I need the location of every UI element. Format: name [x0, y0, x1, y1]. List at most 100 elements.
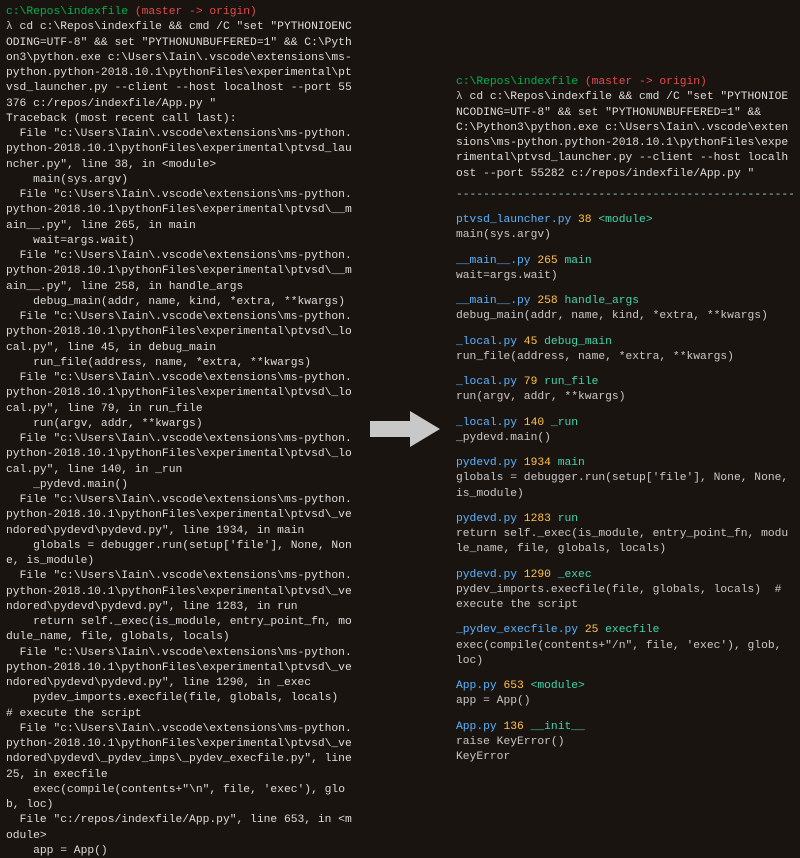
clean-frame-head: _local.py 45 debug_main [456, 335, 794, 350]
line-number: 1283 [524, 513, 551, 525]
function-name: run_file [544, 376, 598, 388]
prompt-branch: (master -> origin) [135, 6, 257, 18]
prompt-line: c:\Repos\indexfile (master -> origin) [456, 75, 794, 90]
clean-frame-src: raise KeyError() KeyError [456, 735, 794, 766]
clean-frame: pydevd.py 1290 _execpydev_imports.execfi… [456, 568, 794, 614]
traceback-frame: File "c:/repos/indexfile/App.py", line 6… [6, 813, 354, 858]
prompt-branch: (master -> origin) [585, 76, 707, 88]
clean-frame: ptvsd_launcher.py 38 <module>main(sys.ar… [456, 213, 794, 244]
clean-frame: __main__.py 265 mainwait=args.wait) [456, 254, 794, 285]
arrow-column [360, 0, 450, 858]
clean-frame: App.py 136 __init__raise KeyError() KeyE… [456, 720, 794, 766]
function-name: <module> [531, 680, 585, 692]
clean-frame: _local.py 140 _run_pydevd.main() [456, 416, 794, 447]
clean-frame-head: App.py 136 __init__ [456, 720, 794, 735]
clean-frame-head: _local.py 79 run_file [456, 375, 794, 390]
line-number: 136 [503, 721, 523, 733]
line-number: 140 [524, 417, 544, 429]
clean-frame-head: ptvsd_launcher.py 38 <module> [456, 213, 794, 228]
clean-frame-src: app = App() [456, 694, 794, 709]
line-number: 79 [524, 376, 538, 388]
traceback-frame: File "c:\Users\Iain\.vscode\extensions\m… [6, 310, 354, 371]
lambda-icon: λ [456, 91, 463, 103]
file-link[interactable]: _pydev_execfile.py [456, 624, 578, 636]
clean-frame-src: pydev_imports.execfile(file, globals, lo… [456, 583, 794, 614]
line-number: 38 [578, 214, 592, 226]
traceback-frame: File "c:\Users\Iain\.vscode\extensions\m… [6, 371, 354, 432]
line-number: 45 [524, 336, 538, 348]
file-link[interactable]: _local.py [456, 376, 517, 388]
traceback-frame: File "c:\Users\Iain\.vscode\extensions\m… [6, 722, 354, 814]
file-link[interactable]: __main__.py [456, 295, 531, 307]
traceback-frame: File "c:\Users\Iain\.vscode\extensions\m… [6, 646, 354, 722]
clean-frame-head: pydevd.py 1283 run [456, 512, 794, 527]
clean-frame-src: run(argv, addr, **kwargs) [456, 390, 794, 405]
function-name: main [558, 457, 585, 469]
clean-frame-head: _local.py 140 _run [456, 416, 794, 431]
traceback-frame: File "c:\Users\Iain\.vscode\extensions\m… [6, 432, 354, 493]
clean-frame: App.py 653 <module>app = App() [456, 679, 794, 710]
file-link[interactable]: __main__.py [456, 255, 531, 267]
clean-frame: pydevd.py 1283 runreturn self._exec(is_m… [456, 512, 794, 558]
right-terminal-pane: c:\Repos\indexfile (master -> origin) λ … [450, 0, 800, 858]
traceback-header: Traceback (most recent call last): [6, 112, 354, 127]
clean-frame-head: App.py 653 <module> [456, 679, 794, 694]
clean-frame: _pydev_execfile.py 25 execfileexec(compi… [456, 623, 794, 669]
clean-frame-src: _pydevd.main() [456, 431, 794, 446]
clean-frame: _local.py 45 debug_mainrun_file(address,… [456, 335, 794, 366]
function-name: debug_main [544, 336, 612, 348]
clean-frame-src: globals = debugger.run(setup['file'], No… [456, 471, 794, 502]
clean-frame-src: run_file(address, name, *extra, **kwargs… [456, 350, 794, 365]
arrow-right-icon [370, 409, 440, 449]
clean-frame-src: debug_main(addr, name, kind, *extra, **k… [456, 309, 794, 324]
traceback-frame: File "c:\Users\Iain\.vscode\extensions\m… [6, 569, 354, 645]
file-link[interactable]: _local.py [456, 417, 517, 429]
file-link[interactable]: App.py [456, 680, 497, 692]
clean-frame-head: _pydev_execfile.py 25 execfile [456, 623, 794, 638]
function-name: run [558, 513, 578, 525]
traceback-frame: File "c:\Users\Iain\.vscode\extensions\m… [6, 127, 354, 188]
clean-frame: pydevd.py 1934 mainglobals = debugger.ru… [456, 456, 794, 502]
clean-frame-head: pydevd.py 1290 _exec [456, 568, 794, 583]
clean-frame-head: __main__.py 265 main [456, 254, 794, 269]
file-link[interactable]: pydevd.py [456, 569, 517, 581]
divider-line: ----------------------------------------… [456, 188, 794, 203]
line-number: 1290 [524, 569, 551, 581]
file-link[interactable]: ptvsd_launcher.py [456, 214, 571, 226]
file-link[interactable]: pydevd.py [456, 457, 517, 469]
traceback-frame: File "c:\Users\Iain\.vscode\extensions\m… [6, 493, 354, 569]
command-line-left: λ cd c:\Repos\indexfile && cmd /C "set "… [6, 20, 354, 112]
line-number: 265 [537, 255, 557, 267]
traceback-frame: File "c:\Users\Iain\.vscode\extensions\m… [6, 249, 354, 310]
left-terminal-pane: c:\Repos\indexfile (master -> origin) λ … [0, 0, 360, 858]
line-number: 653 [503, 680, 523, 692]
prompt-path: c:\Repos\indexfile [456, 76, 578, 88]
clean-frame-src: return self._exec(is_module, entry_point… [456, 527, 794, 558]
command-line-right: λ cd c:\Repos\indexfile && cmd /C "set "… [456, 90, 794, 182]
clean-frame-src: wait=args.wait) [456, 269, 794, 284]
clean-frame: _local.py 79 run_filerun(argv, addr, **k… [456, 375, 794, 406]
clean-frame-head: __main__.py 258 handle_args [456, 294, 794, 309]
prompt-path: c:\Repos\indexfile [6, 6, 128, 18]
prompt-line: c:\Repos\indexfile (master -> origin) [6, 5, 354, 20]
function-name: handle_args [564, 295, 639, 307]
file-link[interactable]: pydevd.py [456, 513, 517, 525]
line-number: 25 [585, 624, 599, 636]
clean-frame-src: exec(compile(contents+"/n", file, 'exec'… [456, 639, 794, 670]
function-name: execfile [605, 624, 659, 636]
line-number: 1934 [524, 457, 551, 469]
clean-frame-head: pydevd.py 1934 main [456, 456, 794, 471]
function-name: _run [551, 417, 578, 429]
file-link[interactable]: App.py [456, 721, 497, 733]
lambda-icon: λ [6, 21, 13, 33]
function-name: <module> [598, 214, 652, 226]
function-name: _exec [558, 569, 592, 581]
traceback-frame: File "c:\Users\Iain\.vscode\extensions\m… [6, 188, 354, 249]
function-name: main [564, 255, 591, 267]
line-number: 258 [537, 295, 557, 307]
clean-frame: __main__.py 258 handle_argsdebug_main(ad… [456, 294, 794, 325]
traceback-frames: File "c:\Users\Iain\.vscode\extensions\m… [6, 127, 354, 858]
function-name: __init__ [531, 721, 585, 733]
file-link[interactable]: _local.py [456, 336, 517, 348]
clean-frame-src: main(sys.argv) [456, 228, 794, 243]
